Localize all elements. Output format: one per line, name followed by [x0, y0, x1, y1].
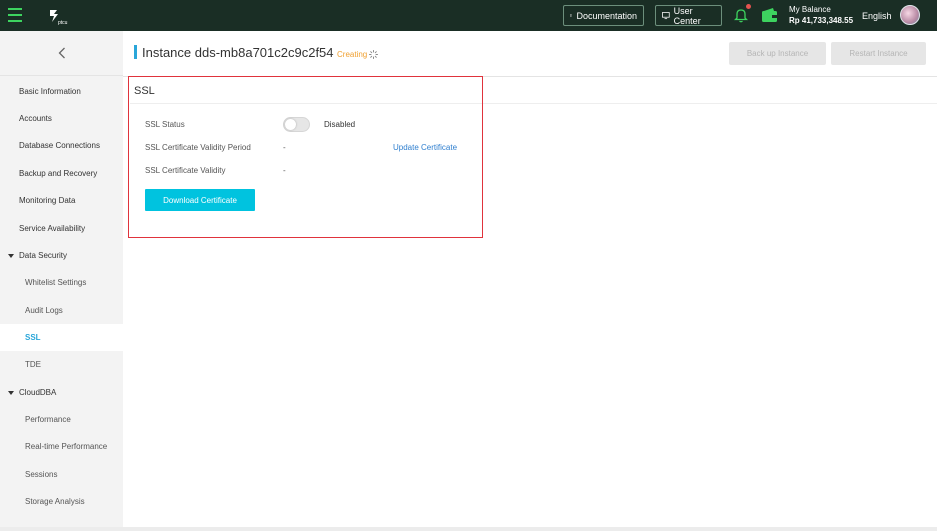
sidebar-item-label: Performance	[25, 415, 71, 424]
sidebar-item-label: Sessions	[25, 470, 58, 479]
sidebar-item-basic-information[interactable]: Basic Information	[0, 78, 123, 105]
sidebar-item-sessions[interactable]: Sessions	[0, 461, 123, 488]
sidebar-item-label: Data Security	[19, 251, 68, 260]
backup-instance-button[interactable]: Back up Instance	[729, 42, 826, 65]
sidebar-item-label: Whitelist Settings	[25, 278, 87, 287]
sidebar-item-service-availability[interactable]: Service Availability	[0, 215, 123, 242]
user-center-button[interactable]: User Center	[655, 5, 722, 26]
loading-spinner-icon	[369, 50, 378, 59]
sidebar-item-ssl[interactable]: SSL	[0, 324, 123, 351]
avatar[interactable]	[900, 5, 920, 25]
bell-icon[interactable]	[734, 7, 748, 23]
sidebar-item-label: Service Availability	[19, 224, 86, 233]
sidebar-item-label: Backup and Recovery	[19, 169, 98, 178]
title-accent-bar	[134, 45, 137, 59]
sidebar-item-label: CloudDBA	[19, 388, 57, 397]
cloud-logo-icon[interactable]: ptcu	[47, 7, 69, 25]
chevron-left-icon[interactable]	[0, 31, 123, 76]
wallet-icon[interactable]	[761, 7, 778, 23]
hamburger-icon[interactable]	[8, 8, 22, 22]
sidebar-item-label: Database Connections	[19, 141, 100, 150]
highlight-box	[128, 76, 483, 238]
sidebar-item-monitoring-data[interactable]: Monitoring Data	[0, 187, 123, 214]
page-title: Instance dds-mb8a701c2c9c2f54	[142, 45, 334, 60]
sidebar-item-label: TDE	[25, 360, 41, 369]
sidebar-item-whitelist-settings[interactable]: Whitelist Settings	[0, 269, 123, 296]
documentation-button[interactable]: Documentation	[563, 5, 644, 26]
sidebar-item-storage-analysis[interactable]: Storage Analysis	[0, 488, 123, 515]
sidebar-item-accounts[interactable]: Accounts	[0, 105, 123, 132]
sidebar-item-label: Monitoring Data	[19, 196, 76, 205]
svg-text:ptcu: ptcu	[58, 20, 68, 25]
monitor-icon	[662, 12, 670, 20]
sidebar-item-realtime-performance[interactable]: Real-time Performance	[0, 433, 123, 460]
sidebar-item-tde[interactable]: TDE	[0, 351, 123, 378]
sidebar-item-label: SSL	[25, 333, 41, 342]
bottom-strip	[0, 527, 937, 531]
documentation-label: Documentation	[576, 10, 637, 21]
document-icon	[570, 14, 573, 17]
balance-label: My Balance	[789, 5, 831, 14]
sidebar-item-label: Real-time Performance	[25, 442, 108, 451]
language-selector[interactable]: English	[862, 11, 892, 21]
user-center-label: User Center	[673, 5, 701, 26]
sidebar-group-clouddba[interactable]: CloudDBA	[0, 379, 123, 406]
sidebar-group-data-security[interactable]: Data Security	[0, 242, 123, 269]
sidebar-item-performance[interactable]: Performance	[0, 406, 123, 433]
sidebar-item-label: Accounts	[19, 114, 52, 123]
sidebar-item-label: Storage Analysis	[25, 497, 85, 506]
restart-instance-button[interactable]: Restart Instance	[831, 42, 926, 65]
sidebar-item-label: Audit Logs	[25, 306, 63, 315]
status-badge: Creating	[337, 50, 368, 59]
sidebar-item-label: Basic Information	[19, 87, 81, 96]
top-bar: ptcu Documentation User Center My Balanc…	[0, 0, 937, 31]
sidebar-item-audit-logs[interactable]: Audit Logs	[0, 297, 123, 324]
caret-down-icon	[8, 390, 14, 395]
sidebar: Basic Information Accounts Database Conn…	[0, 31, 123, 531]
notification-badge	[746, 4, 751, 9]
caret-down-icon	[8, 253, 14, 258]
balance-value: Rp 41,733,348.55	[789, 16, 854, 25]
sidebar-item-backup-recovery[interactable]: Backup and Recovery	[0, 160, 123, 187]
sidebar-item-database-connections[interactable]: Database Connections	[0, 132, 123, 159]
